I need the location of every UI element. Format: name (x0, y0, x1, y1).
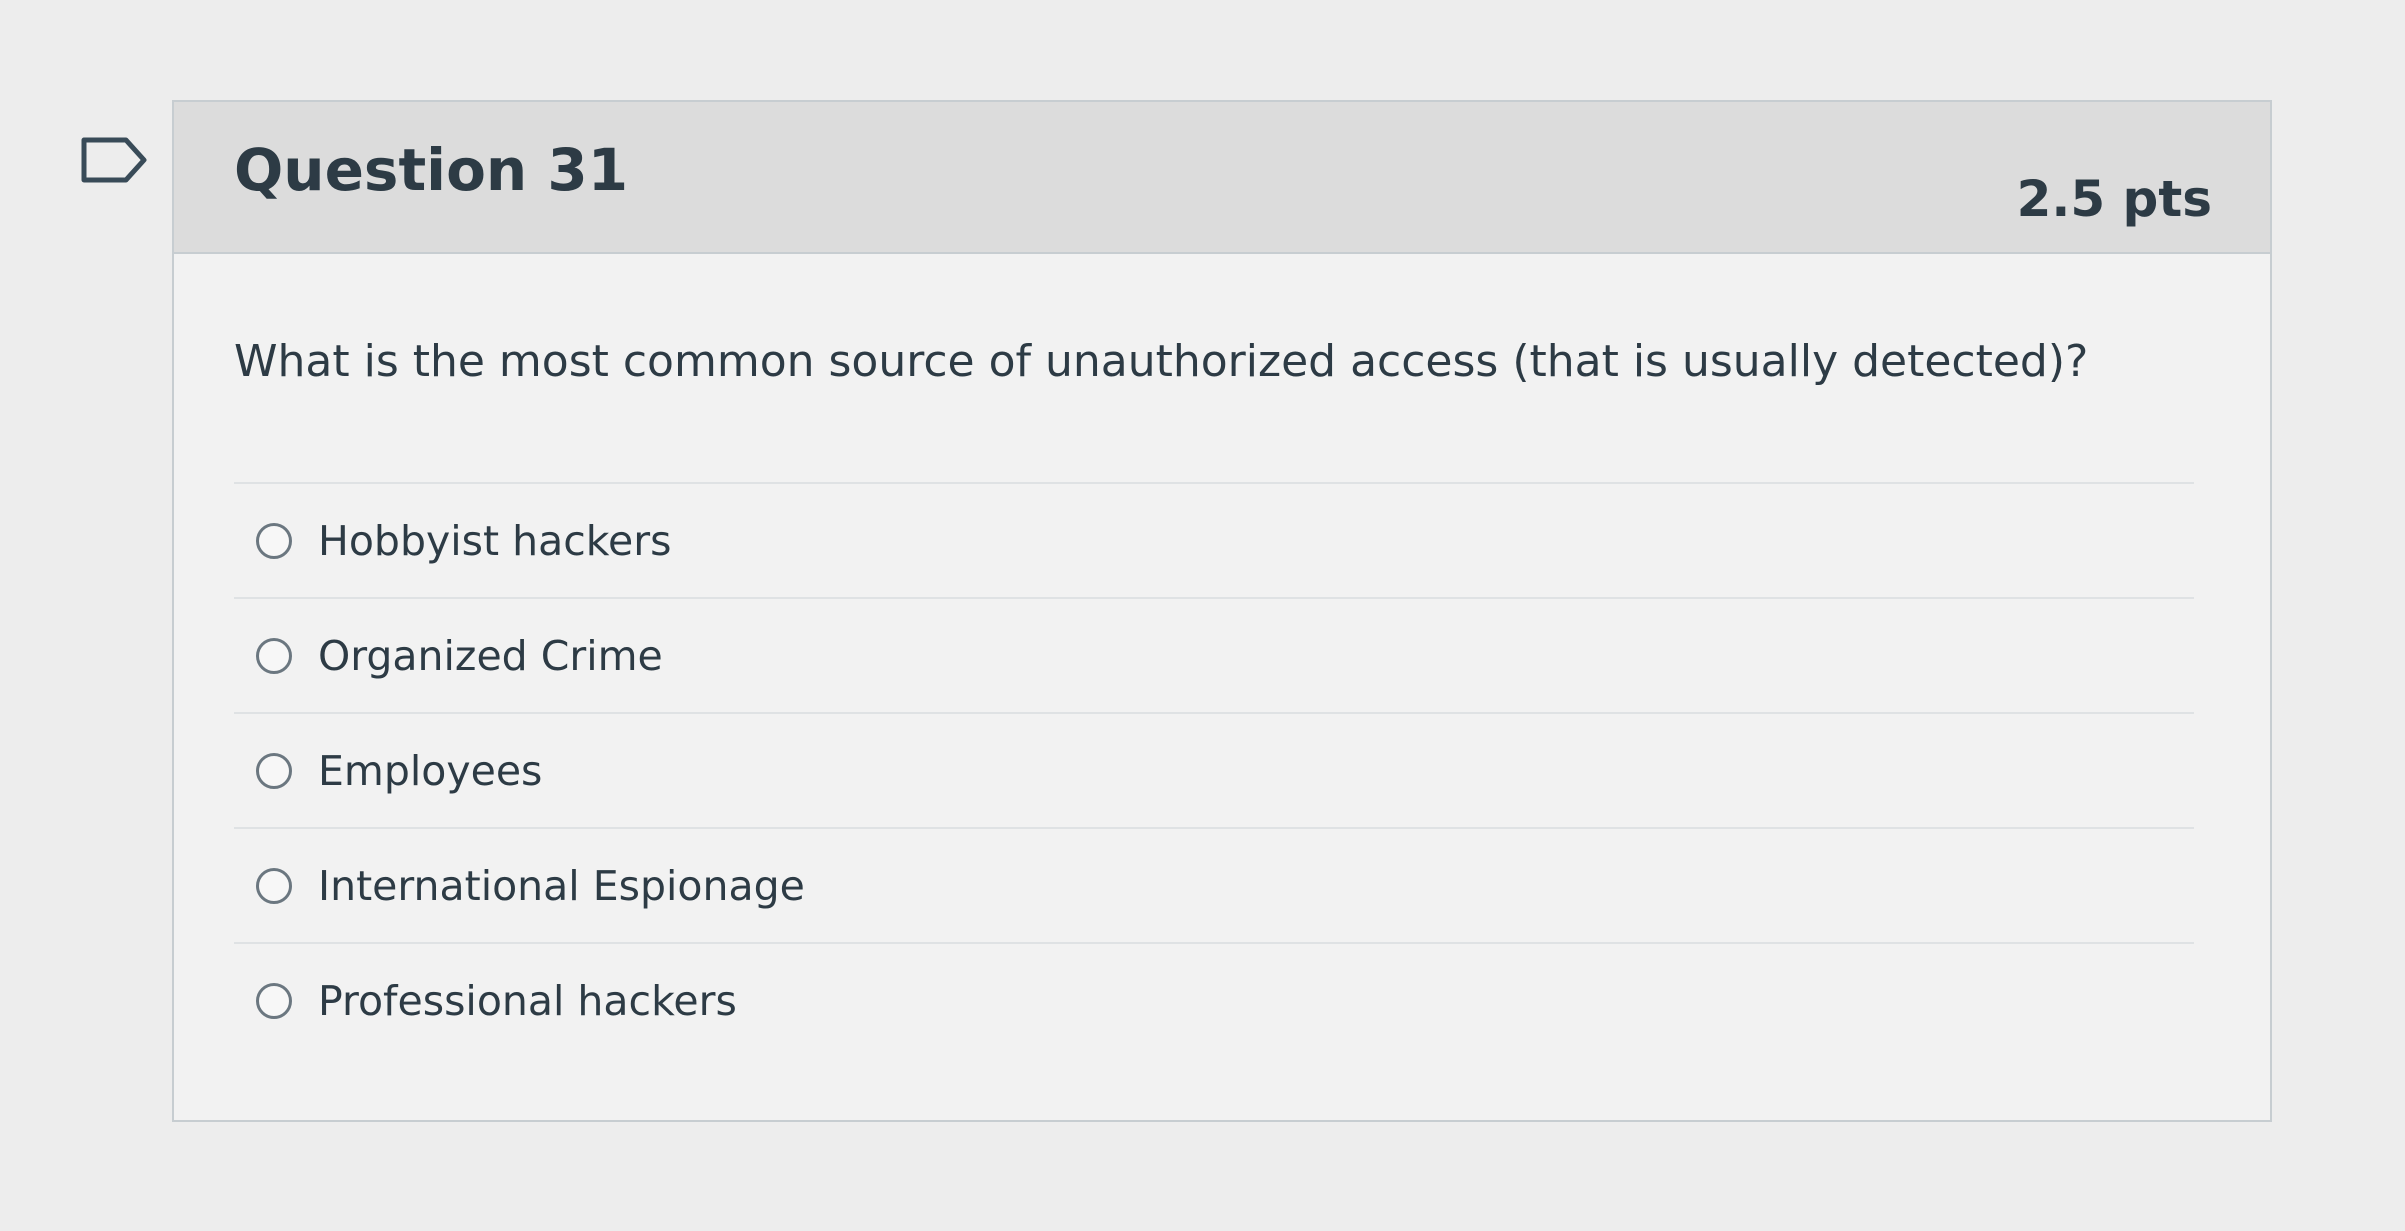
answer-label: Employees (318, 746, 543, 795)
answer-option[interactable]: International Espionage (234, 827, 2194, 942)
answer-label: Professional hackers (318, 976, 737, 1025)
answer-label: International Espionage (318, 861, 805, 910)
radio-button[interactable] (256, 637, 292, 674)
flag-question-icon[interactable] (80, 136, 150, 184)
radio-button[interactable] (256, 752, 292, 789)
question-card: Question 31 2.5 pts What is the most com… (172, 100, 2272, 1122)
question-header: Question 31 2.5 pts (174, 102, 2270, 254)
answer-option[interactable]: Professional hackers (234, 942, 2194, 1057)
radio-button[interactable] (256, 982, 292, 1019)
question-title: Question 31 (234, 136, 629, 204)
answer-label: Hobbyist hackers (318, 516, 672, 565)
answer-option[interactable]: Hobbyist hackers (234, 482, 2194, 597)
answer-option[interactable]: Employees (234, 712, 2194, 827)
answer-label: Organized Crime (318, 631, 663, 680)
question-points: 2.5 pts (2016, 170, 2212, 228)
answer-list: Hobbyist hackers Organized Crime Employe… (234, 482, 2194, 1057)
radio-button[interactable] (256, 522, 292, 559)
radio-button[interactable] (256, 867, 292, 904)
answer-option[interactable]: Organized Crime (234, 597, 2194, 712)
question-text: What is the most common source of unauth… (234, 336, 2089, 387)
